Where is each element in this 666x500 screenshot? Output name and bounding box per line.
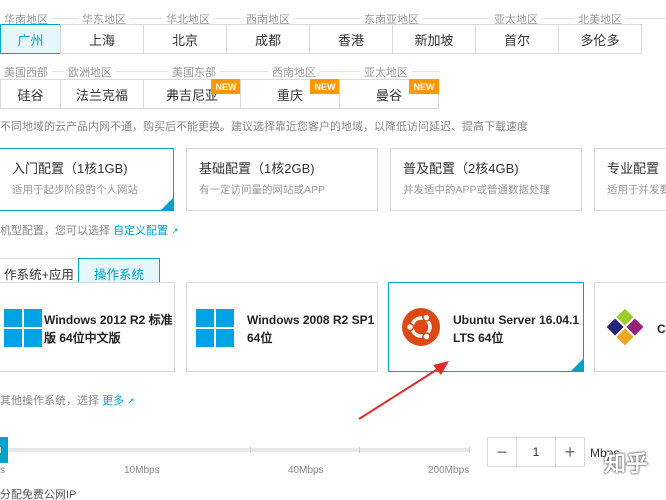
watermark: 知乎 [604,451,649,476]
config-card-basic[interactable]: 基础配置（1核2GB) 有一定访问量的网站或APP [186,148,378,211]
group-label-europe: 欧洲地区 [64,64,116,80]
region-silicon-valley-button[interactable]: 硅谷 [0,79,61,109]
region-frankfurt-button[interactable]: 法兰克福 [60,79,144,109]
centos-logo-icon [607,309,643,345]
config-card-title: 基础配置（1核2GB) [199,161,315,176]
windows-logo-icon [196,309,234,347]
new-badge: NEW [409,79,439,94]
config-card-title: 入门配置（1核1GB) [12,161,128,176]
os-card-windows-2008[interactable]: Windows 2008 R2 SP1 64位 [186,282,378,372]
os-card-label: C [657,322,666,336]
config-card-standard[interactable]: 普及配置（2核4GB) 并发适中的APP或普通数据处理 [390,148,582,211]
bandwidth-increase-button[interactable]: + [555,437,585,467]
slider-tick-label: s [0,465,5,476]
new-badge: NEW [310,79,340,94]
slider-tick-marks [0,447,470,453]
config-card-pro[interactable]: 专业配置 适用于并发要 [594,148,666,211]
os-card-centos[interactable]: C [594,282,666,372]
region-singapore-button[interactable]: 新加坡 [392,24,476,54]
new-badge: NEW [211,79,241,94]
region-hongkong-button[interactable]: 香港 [309,24,393,54]
region-bangkok-label: 曼谷 [375,87,402,103]
config-card-desc: 有一定访问量的网站或APP [199,184,326,196]
ubuntu-logo-icon [402,308,440,346]
region-guangzhou-button[interactable]: 广州 [0,24,61,54]
os-note-text: 其他操作系统，选择 [0,395,99,407]
region-toronto-button[interactable]: 多伦多 [558,24,642,54]
config-note-text: 机型配置，您可以选择 [0,225,110,237]
region-virginia-button[interactable]: 弗吉尼亚 NEW [143,79,241,109]
selected-check-icon [571,359,583,371]
region-chongqing-label: 重庆 [276,87,303,103]
group-label-southwest-2: 西南地区 [268,64,320,80]
group-label-us-east: 美国东部 [168,64,220,80]
group-label-asia-pacific-2: 亚太地区 [360,64,412,80]
public-ip-note: 分配免费公网IP [0,489,77,500]
region-beijing-button[interactable]: 北京 [143,24,227,54]
slider-tick-label: 10Mbps [124,465,160,476]
group-label-us-west: 美国西部 [0,64,52,80]
config-card-entry[interactable]: 入门配置（1核1GB) 适用于起步阶段的个人网站 [0,148,174,211]
annotation-arrow-icon [358,361,449,420]
region-chongqing-button[interactable]: 重庆 NEW [240,79,340,109]
more-os-link[interactable]: 更多 [102,395,124,407]
windows-logo-icon [4,309,42,347]
config-card-desc: 适用于起步阶段的个人网站 [12,184,138,196]
os-card-label: Windows 2008 R2 SP1 64位 [247,313,375,345]
config-card-title: 普及配置（2核4GB) [403,161,519,176]
region-bangkok-button[interactable]: 曼谷 NEW [339,79,439,109]
custom-config-link[interactable]: 自定义配置 [113,225,168,237]
os-card-windows-2012[interactable]: Windows 2012 R2 标准 版 64位中文版 [0,282,175,372]
os-card-label: Ubuntu Server 16.04.1 LTS 64位 [453,313,580,345]
config-card-title: 专业配置 [607,161,660,176]
external-link-icon: ↗ [127,396,135,406]
region-shanghai-button[interactable]: 上海 [60,24,144,54]
bandwidth-decrease-button[interactable]: − [487,437,517,467]
config-card-desc: 适用于并发要 [607,184,666,196]
external-link-icon: ↗ [171,226,179,236]
config-note: 机型配置，您可以选择 自定义配置 ↗ [0,222,179,238]
region-note: 不同地域的云产品内网不通，购买后不能更换。建议选择靠近您客户的地域，以降低访问延… [0,121,528,133]
os-card-label: Windows 2012 R2 标准 版 64位中文版 [44,313,173,345]
os-note: 其他操作系统，选择 更多 ↗ [0,392,135,408]
region-chengdu-button[interactable]: 成都 [226,24,310,54]
slider-tick-label: 40Mbps [288,465,324,476]
selected-check-icon [161,198,173,210]
slider-tick-label: 200Mbps [428,465,470,476]
bandwidth-value-input[interactable]: 1 [516,437,556,467]
region-seoul-button[interactable]: 首尔 [475,24,559,54]
config-card-desc: 并发适中的APP或普通数据处理 [403,184,551,196]
